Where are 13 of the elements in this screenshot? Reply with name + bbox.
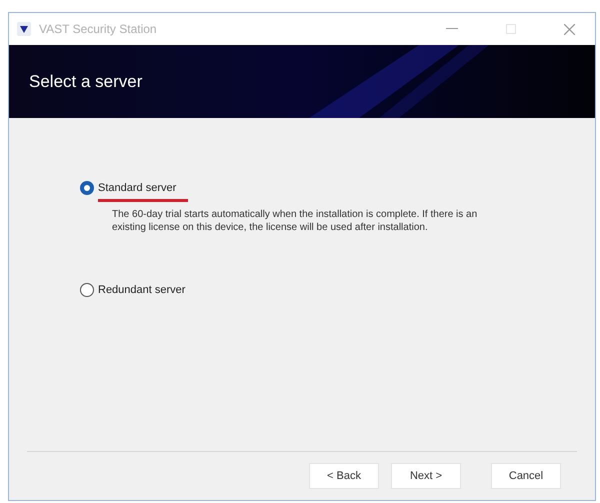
dialog-button[interactable]: Next >: [391, 463, 461, 489]
option-description: The 60-day trial starts automatically when the installation is complete. If there is an existing license on this device, the license will be used after installation.: [112, 208, 478, 234]
option-label[interactable]: Standard server: [98, 180, 176, 196]
option-label[interactable]: Redundant server: [98, 282, 186, 298]
dialog-button[interactable]: < Back: [309, 463, 379, 489]
page-title: Select a server: [29, 70, 142, 93]
close-icon[interactable]: [564, 24, 575, 34]
app-icon: [17, 22, 31, 36]
radio-button[interactable]: [80, 282, 94, 297]
dialog-button[interactable]: Cancel: [491, 463, 561, 489]
window-title: VAST Security Station: [39, 21, 157, 38]
minimize-icon[interactable]: [446, 28, 458, 30]
radio-button[interactable]: [80, 181, 94, 196]
